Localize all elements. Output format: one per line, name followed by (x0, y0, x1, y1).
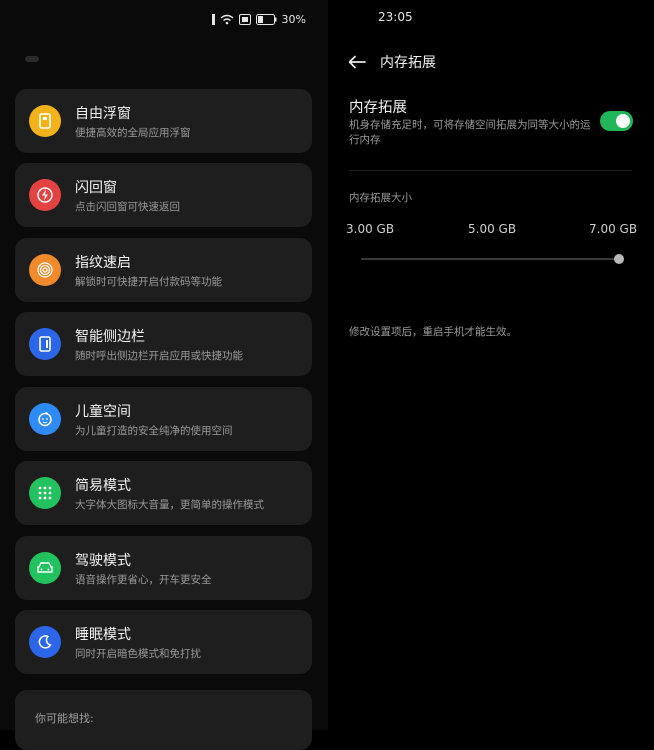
setting-description: 机身存储充足时，可将存储空间拓展为同等大小的运行内存 (349, 119, 591, 146)
item-title: 闪回窗 (75, 180, 117, 196)
item-subtitle: 点击闪回窗可快速返回 (75, 201, 180, 213)
item-title: 儿童空间 (75, 404, 131, 420)
wifi-icon (220, 14, 234, 25)
floating-window-icon (29, 105, 61, 137)
list-item-simple-mode[interactable]: 简易模式 大字体大图标大音量，更简单的操作模式 (15, 461, 312, 525)
item-subtitle: 解锁时可快捷开启付款码等功能 (75, 276, 222, 288)
toggle-knob (616, 114, 630, 128)
list-item-kids-space[interactable]: 儿童空间 为儿童打造的安全纯净的使用空间 (15, 387, 312, 451)
item-subtitle: 为儿童打造的安全纯净的使用空间 (75, 425, 233, 437)
battery-percentage: 30% (281, 12, 306, 26)
nav-bar: 内存拓展 (348, 52, 436, 72)
list-item-floating-window[interactable]: 自由浮窗 便捷高效的全局应用浮窗 (15, 89, 312, 153)
list-item-sleep-mode[interactable]: 睡眠模式 同时开启暗色模式和免打扰 (15, 610, 312, 674)
moon-icon (29, 626, 61, 658)
size-option-mid: 5.00 GB (468, 222, 517, 236)
car-icon (29, 552, 61, 584)
page-title: 内存拓展 (380, 55, 436, 71)
item-title: 睡眠模式 (75, 627, 131, 643)
item-title: 驾驶模式 (75, 553, 131, 569)
item-title: 智能侧边栏 (75, 329, 145, 345)
size-slider-track[interactable] (361, 258, 621, 260)
battery-icon (255, 13, 277, 25)
divider (349, 170, 632, 171)
suggestions-label: 你可能想找: (35, 712, 94, 725)
hd-icon (238, 13, 251, 25)
size-option-high: 7.00 GB (589, 222, 638, 236)
item-title: 指纹速启 (75, 255, 131, 271)
fingerprint-icon (29, 254, 61, 286)
status-bar-indicators: 30% (211, 10, 306, 28)
list-item-driving-mode[interactable]: 驾驶模式 语音操作更省心，开车更安全 (15, 536, 312, 600)
item-subtitle: 语音操作更省心，开车更安全 (75, 574, 212, 586)
size-section-label: 内存拓展大小 (349, 192, 412, 204)
item-subtitle: 随时呼出侧边栏开启应用或快捷功能 (75, 350, 243, 362)
left-panel: 自由浮窗 便捷高效的全局应用浮窗 闪回窗 点击闪回窗可快速返回 指纹速启 解锁时… (0, 0, 328, 750)
lightning-icon (29, 179, 61, 211)
list-item-fingerprint[interactable]: 指纹速启 解锁时可快捷开启付款码等功能 (15, 238, 312, 302)
status-time: 23:05 (378, 10, 413, 24)
item-title: 自由浮窗 (75, 106, 131, 122)
item-subtitle: 大字体大图标大音量，更简单的操作模式 (75, 499, 264, 511)
signal-bar-icon (211, 13, 215, 25)
sidebar-icon (29, 328, 61, 360)
grid-dots-icon (29, 477, 61, 509)
size-slider-thumb[interactable] (614, 254, 624, 264)
item-subtitle: 同时开启暗色模式和免打扰 (75, 648, 201, 660)
item-subtitle: 便捷高效的全局应用浮窗 (75, 127, 191, 139)
list-item-smart-sidebar[interactable]: 智能侧边栏 随时呼出侧边栏开启应用或快捷功能 (15, 312, 312, 376)
right-panel: 23:05 内存拓展 内存拓展 机身存储充足时，可将存储空间拓展为同等大小的运行… (328, 0, 654, 730)
header-blur (25, 56, 39, 62)
size-option-low: 3.00 GB (346, 222, 395, 236)
suggestions-card: 你可能想找: (15, 690, 312, 750)
item-title: 简易模式 (75, 478, 131, 494)
memory-extension-toggle[interactable] (600, 111, 633, 131)
setting-title: 内存拓展 (349, 100, 407, 116)
restart-note: 修改设置项后，重启手机才能生效。 (349, 326, 517, 338)
back-arrow-icon[interactable] (348, 55, 366, 69)
list-item-flashback[interactable]: 闪回窗 点击闪回窗可快速返回 (15, 163, 312, 227)
child-face-icon (29, 403, 61, 435)
